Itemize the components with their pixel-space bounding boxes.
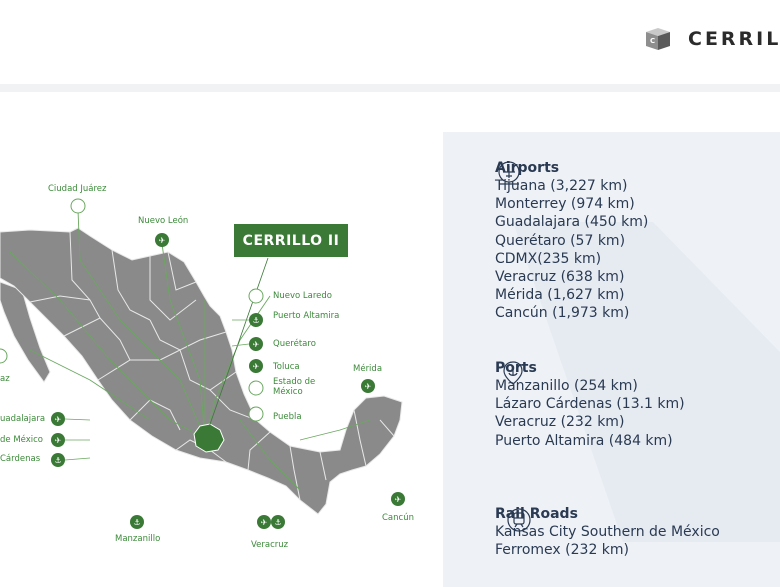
label-de-mexico: de México	[0, 435, 44, 445]
header-divider	[0, 84, 780, 92]
cube-logo-icon: C	[646, 28, 670, 50]
plane-icon: ✈	[253, 340, 260, 349]
airport-item: CDMX(235 km)	[495, 250, 602, 267]
plane-icon: ✈	[261, 518, 268, 527]
railroads-title: Rail Roads	[495, 506, 578, 522]
airport-item: Monterrey (974 km)	[495, 196, 635, 213]
label-nuevo-leon: Nuevo León	[138, 216, 189, 226]
airport-item: Tijuana (3,227 km)	[495, 178, 628, 194]
railroad-item: Ferromex (232 km)	[495, 542, 630, 559]
plane-icon: ✈	[365, 382, 372, 391]
la-paz-marker	[0, 348, 8, 364]
puebla-marker	[248, 406, 264, 422]
plane-icon: ✈	[159, 236, 166, 245]
plane-icon: ✈	[395, 495, 402, 504]
mainland-mexico-shape	[0, 227, 403, 515]
port-item: Manzanillo (254 km)	[495, 378, 638, 394]
plane-icon: ✈	[253, 362, 260, 371]
anchor-icon: ⚓	[133, 518, 140, 527]
anchor-icon: ⚓	[274, 518, 281, 527]
mexico-map: ✈ ⚓ ✈ ✈ ✈ ✈ ✈ ⚓ ⚓ ✈ ✈ ⚓ Ciudad Juárez Nu…	[0, 92, 440, 587]
label-queretaro: Querétaro	[273, 339, 316, 349]
brand-logo[interactable]: C CERRILLO	[644, 26, 780, 52]
railroad-item: Kansas City Southern de México	[495, 524, 720, 540]
anchor-icon: ⚓	[252, 316, 259, 325]
label-veracruz: Veracruz	[251, 540, 289, 550]
airport-item: Querétaro (57 km)	[495, 232, 626, 249]
label-ciudad-juarez: Ciudad Juárez	[48, 184, 107, 194]
airports-section: Airports Tijuana (3,227 km) Monterrey (9…	[495, 160, 648, 323]
port-item: Veracruz (232 km)	[495, 414, 625, 431]
airports-title: Airports	[495, 160, 560, 176]
airport-item: Guadalajara (450 km)	[495, 214, 649, 231]
cerrillo-ii-callout: CERRILLO II	[234, 224, 348, 257]
label-manzanillo: Manzanillo	[115, 534, 161, 544]
nuevo-laredo-marker	[248, 288, 264, 304]
info-panel: Airports Tijuana (3,227 km) Monterrey (9…	[443, 132, 780, 587]
estado-de-mexico-marker	[248, 380, 264, 396]
brand-name: CERRILLO	[688, 28, 780, 50]
ports-title: Ports	[495, 360, 537, 376]
airport-item: Cancún (1,973 km)	[495, 305, 630, 322]
label-puerto-altamira: Puerto Altamira	[273, 311, 340, 321]
svg-text:C: C	[650, 37, 655, 45]
label-toluca: Toluca	[273, 362, 300, 372]
railroads-section: Rail Roads Kansas City Southern de Méxic…	[495, 506, 720, 559]
label-cancun: Cancún	[382, 513, 414, 523]
plane-icon: ✈	[55, 415, 62, 424]
port-item: Puerto Altamira (484 km)	[495, 432, 673, 449]
ports-section: Ports Manzanillo (254 km) Lázaro Cárdena…	[495, 360, 685, 450]
label-la-paz: az	[0, 374, 10, 384]
label-guadalajara: uadalajara	[0, 414, 46, 424]
airport-item: Veracruz (638 km)	[495, 269, 625, 286]
label-merida: Mérida	[353, 364, 383, 374]
label-estado-de-mexico: Estado de México	[273, 377, 316, 397]
port-item: Lázaro Cárdenas (13.1 km)	[495, 396, 685, 413]
label-nuevo-laredo: Nuevo Laredo	[273, 291, 332, 301]
plane-icon: ✈	[55, 436, 62, 445]
ciudad-juarez-marker	[70, 198, 86, 214]
label-cardenas: Cárdenas	[0, 454, 41, 464]
mexico-map-graphic: ✈ ⚓ ✈ ✈ ✈ ✈ ✈ ⚓ ⚓ ✈ ✈ ⚓	[0, 198, 405, 529]
anchor-icon: ⚓	[54, 456, 61, 465]
airport-item: Mérida (1,627 km)	[495, 287, 625, 304]
label-puebla: Puebla	[273, 412, 302, 422]
